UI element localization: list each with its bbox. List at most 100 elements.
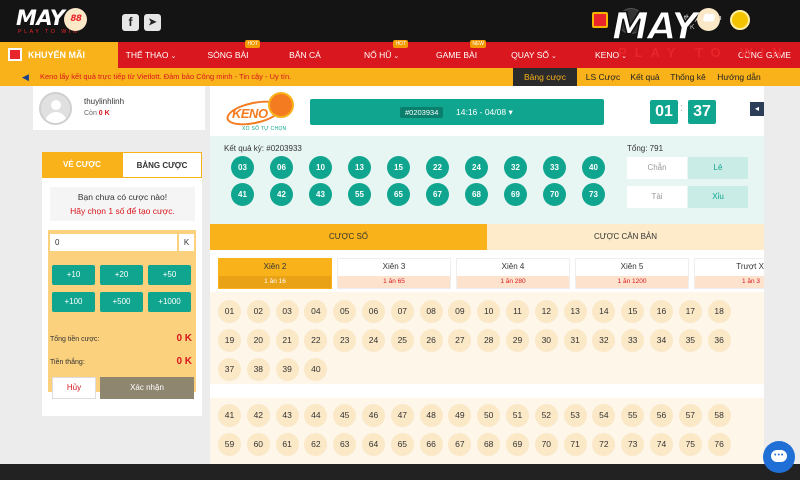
chip-10-button[interactable]: +10: [52, 265, 95, 285]
number-ball-13[interactable]: 13: [563, 300, 587, 323]
tab-bang-cuoc-panel[interactable]: BẢNG CƯỢC: [122, 152, 202, 178]
number-ball-76[interactable]: 76: [707, 433, 731, 456]
number-ball-34[interactable]: 34: [650, 329, 673, 352]
xien-5-option[interactable]: Xiên 5 1 ăn 1200: [575, 258, 689, 289]
number-ball-06[interactable]: 06: [362, 300, 385, 323]
number-ball-66[interactable]: 66: [419, 433, 443, 456]
number-ball-70[interactable]: 70: [534, 433, 558, 456]
tab-ve-cuoc[interactable]: VÉ CƯỢC: [42, 152, 122, 178]
number-ball-46[interactable]: 46: [362, 404, 385, 427]
number-ball-01[interactable]: 01: [218, 300, 241, 323]
number-ball-64[interactable]: 64: [362, 433, 385, 456]
nav-item-song-bai[interactable]: SÒNG BÀI HOT: [206, 40, 260, 68]
confirm-button[interactable]: Xác nhận: [100, 377, 194, 399]
number-ball-03[interactable]: 03: [275, 300, 299, 323]
nav-item-game-bai[interactable]: GAME BÀI NEW: [436, 40, 486, 68]
cancel-button[interactable]: Hủy: [52, 377, 96, 399]
number-ball-43[interactable]: 43: [275, 404, 299, 427]
nav-item-ban-ca[interactable]: BẮN CÁ: [288, 42, 322, 68]
win-label: Tiền thắng:: [50, 359, 85, 366]
number-ball-71[interactable]: 71: [563, 433, 587, 456]
nav-label: BẮN CÁ: [289, 50, 321, 60]
nav-item-the-thao[interactable]: THỂ THAO ⌄: [124, 42, 178, 68]
megaphone-icon: ◀: [22, 72, 29, 82]
number-ball-39[interactable]: 39: [275, 358, 299, 381]
nav-item-no-hu[interactable]: NỔ HŨ ⌄ HOT: [364, 40, 408, 68]
number-ball-31[interactable]: 31: [563, 329, 587, 352]
result-ball: 06: [270, 156, 293, 179]
number-ball-51[interactable]: 51: [506, 404, 529, 427]
tab-bang-cuoc[interactable]: Bảng cược: [513, 68, 577, 86]
chip-20-button[interactable]: +20: [100, 265, 143, 285]
xien-2-option[interactable]: Xiên 2 1 ăn 16: [218, 258, 332, 289]
number-ball-69[interactable]: 69: [506, 433, 529, 456]
number-ball-17[interactable]: 17: [678, 300, 702, 323]
number-ball-26[interactable]: 26: [419, 329, 443, 352]
amount-input[interactable]: 0: [50, 234, 177, 251]
tab-cuoc-so[interactable]: CƯỢC SỐ: [210, 224, 487, 250]
number-ball-42[interactable]: 42: [246, 404, 270, 427]
number-ball-48[interactable]: 48: [419, 404, 443, 427]
telegram-icon[interactable]: ➤: [144, 14, 161, 31]
number-ball-25[interactable]: 25: [390, 329, 414, 352]
number-ball-47[interactable]: 47: [390, 404, 414, 427]
number-ball-30[interactable]: 30: [534, 329, 558, 352]
number-ball-59[interactable]: 59: [218, 433, 241, 456]
number-ball-24[interactable]: 24: [362, 329, 385, 352]
number-ball-38[interactable]: 38: [246, 358, 270, 381]
facebook-icon[interactable]: f: [122, 14, 139, 31]
chip-100-button[interactable]: +100: [52, 292, 95, 312]
number-ball-21[interactable]: 21: [275, 329, 299, 352]
tab-ket-qua[interactable]: Kết quả: [627, 68, 663, 86]
xien-3-option[interactable]: Xiên 3 1 ăn 65: [337, 258, 451, 289]
chip-1000-button[interactable]: +1000: [148, 292, 191, 312]
number-ball-53[interactable]: 53: [563, 404, 587, 427]
chat-button[interactable]: •••: [763, 441, 795, 473]
collapse-icon[interactable]: ◂: [750, 102, 764, 116]
number-ball-74[interactable]: 74: [650, 433, 673, 456]
number-ball-07[interactable]: 07: [390, 300, 414, 323]
number-ball-75[interactable]: 75: [678, 433, 702, 456]
number-ball-57[interactable]: 57: [678, 404, 702, 427]
number-ball-58[interactable]: 58: [707, 404, 731, 427]
tab-thong-ke[interactable]: Thống kê: [668, 68, 708, 86]
number-ball-35[interactable]: 35: [678, 329, 702, 352]
number-ball-11[interactable]: 11: [506, 300, 529, 323]
chip-50-button[interactable]: +50: [148, 265, 191, 285]
draw-time: 14:16 - 04/08 ▾: [456, 107, 513, 117]
nav-promo[interactable]: KHUYẾN MÃI: [0, 42, 118, 68]
avatar[interactable]: [39, 92, 72, 125]
number-ball-12[interactable]: 12: [534, 300, 558, 323]
truot-xien-option[interactable]: Trượt Xi 1 ăn 3: [694, 258, 764, 289]
logo-text-b: 88: [64, 8, 88, 31]
gift-icon[interactable]: [592, 12, 608, 28]
xien-4-option[interactable]: Xiên 4 1 ăn 280: [456, 258, 570, 289]
tab-cuoc-can-ban[interactable]: CƯỢC CĂN BẢN: [487, 224, 764, 250]
chip-500-button[interactable]: +500: [100, 292, 143, 312]
number-ball-08[interactable]: 08: [419, 300, 443, 323]
brand-logo[interactable]: MAY 88 PLAY TO WIN: [16, 8, 102, 38]
number-ball-41[interactable]: 41: [218, 404, 241, 427]
tab-huong-dan[interactable]: Hướng dẫn: [714, 68, 764, 86]
number-ball-20[interactable]: 20: [246, 329, 270, 352]
coin-icon[interactable]: [730, 10, 750, 30]
number-ball-36[interactable]: 36: [707, 329, 731, 352]
nav-item-cong-game[interactable]: CỔNG GAME: [738, 42, 791, 68]
number-ball-29[interactable]: 29: [506, 329, 529, 352]
draw-selector[interactable]: #0203934 14:16 - 04/08 ▾: [310, 99, 604, 125]
number-ball-60[interactable]: 60: [246, 433, 270, 456]
xien-name: Xiên 2: [263, 262, 287, 271]
number-ball-37[interactable]: 37: [218, 358, 241, 381]
user-avatar-icon[interactable]: [618, 8, 644, 34]
nav-item-quay-so[interactable]: QUAY SỐ ⌄: [510, 42, 558, 68]
number-ball-56[interactable]: 56: [650, 404, 673, 427]
nav-item-keno[interactable]: KENO ⌄: [594, 42, 628, 68]
number-ball-18[interactable]: 18: [707, 300, 731, 323]
number-ball-61[interactable]: 61: [275, 433, 299, 456]
number-ball-52[interactable]: 52: [534, 404, 558, 427]
number-ball-65[interactable]: 65: [390, 433, 414, 456]
number-ball-16[interactable]: 16: [650, 300, 673, 323]
number-ball-19[interactable]: 19: [218, 329, 241, 352]
tab-ls-cuoc[interactable]: LS Cược: [584, 68, 622, 86]
number-ball-02[interactable]: 02: [246, 300, 270, 323]
